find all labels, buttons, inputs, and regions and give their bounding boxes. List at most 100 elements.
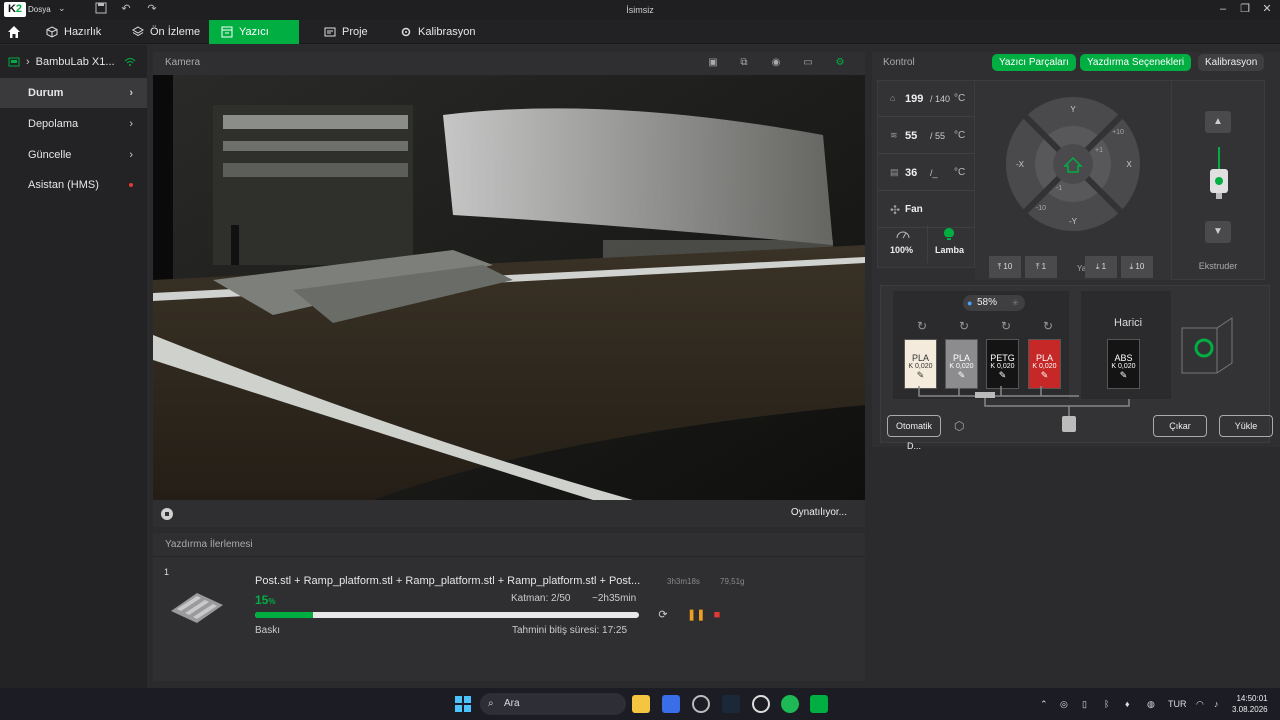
bed-up-1-button[interactable]: ⤒ 1 (1025, 256, 1057, 278)
home-icon[interactable] (6, 24, 22, 40)
tab-project[interactable]: Proje (312, 20, 380, 44)
ams-slot-4[interactable]: PLA K 0,020 ✎ (1028, 339, 1061, 389)
tab-prepare[interactable]: Hazırlık (34, 20, 113, 44)
tray-chevron-icon[interactable]: ⌃ (1040, 699, 1048, 710)
camera-panel: Kamera ▣ ⧉ ◉ ▭ ⚙ Oynatılıyor... (153, 52, 865, 527)
bed-temp[interactable]: ≋ 55 / 55 °C (878, 118, 976, 154)
sidebar-item-label: Güncelle (28, 149, 72, 161)
bed-down-10-button[interactable]: ⤓ 10 (1121, 256, 1153, 278)
sidebar-item-update[interactable]: Güncelle › (0, 140, 147, 170)
file-explorer-icon[interactable] (632, 695, 650, 713)
unload-button[interactable]: Çıkar (1153, 415, 1207, 437)
nozzle-temp-value: 199 (905, 93, 924, 105)
stop-record-button[interactable] (161, 508, 173, 520)
usb-icon[interactable]: ▯ (1082, 699, 1087, 710)
microphone-icon[interactable]: ♦ (1125, 699, 1130, 709)
dpad-minus-1: -1 (1056, 185, 1062, 192)
calibration-button[interactable]: Kalibrasyon (1198, 54, 1265, 71)
dpad-neg-y: -Y (1069, 217, 1078, 226)
discord-icon[interactable] (752, 695, 770, 713)
sd-card-icon[interactable]: ▣ (706, 57, 720, 69)
camera-settings-icon[interactable]: ⚙ (833, 57, 847, 69)
chamber-temp-value: 36 (905, 167, 918, 179)
pause-button[interactable]: ❚❚ (687, 608, 705, 622)
windows-start-icon[interactable] (455, 696, 471, 712)
store-icon[interactable] (662, 695, 680, 713)
steam-icon[interactable] (722, 695, 740, 713)
refresh-icon[interactable]: ⟳ (656, 608, 670, 622)
humidity-drop-icon: ● (967, 298, 973, 308)
ams-slot-1[interactable]: PLA K 0,020 ✎ (904, 339, 937, 389)
remaining-time: ~2h35min (592, 593, 637, 604)
estimated-finish: Tahmini bitiş süresi: 17:25 (512, 625, 628, 636)
ams-unit: ● 58% ✳ ↻ ↻ ↻ ↻ PLA K 0,020 ✎ PLA K 0,020 ✎ … (893, 291, 1069, 399)
sidebar-item-hms[interactable]: Asistan (HMS) (0, 170, 147, 200)
nozzle-temp[interactable]: ⌂ 199 / 140 °C (878, 81, 976, 117)
ams-slot-3[interactable]: PETG K 0,020 ✎ (986, 339, 1019, 389)
humidity-indicator[interactable]: ● 58% ✳ (963, 295, 1025, 311)
tab-printer[interactable]: Yazıcı (209, 20, 299, 44)
load-button[interactable]: Yükle (1219, 415, 1273, 437)
temp-unit: °C (954, 130, 966, 141)
tab-calibration[interactable]: Kalibrasyon (388, 20, 487, 44)
device-selector[interactable]: › BambuLab X1... (8, 53, 140, 71)
print-stage: Baskı (255, 625, 281, 636)
slot-refresh-icon[interactable]: ↻ (997, 319, 1015, 337)
tab-preview[interactable]: Ön İzleme (120, 20, 212, 44)
print-progress-panel: Yazdırma İlerlemesi 1 Post.stl + Ramp_pl… (153, 533, 865, 681)
axis-control: Y -Y X -X +10 +1 -1 -10 ⤒ 10 ⤒ 1 Yatak ⤓… (975, 80, 1171, 280)
github-icon[interactable] (692, 695, 710, 713)
sidebar-item-storage[interactable]: Depolama › (0, 109, 147, 139)
language-indicator[interactable]: TUR (1168, 699, 1187, 709)
slot-refresh-icon[interactable]: ↻ (1039, 319, 1057, 337)
dpad-minus-10: -10 (1036, 205, 1046, 212)
wifi-tray-icon[interactable]: ◠ (1196, 699, 1204, 710)
speed-gauge-icon[interactable] (896, 229, 910, 239)
dpad-x: X (1126, 160, 1132, 169)
extrude-up-button[interactable]: ▲ (1205, 111, 1231, 133)
video-record-icon[interactable]: ▭ (801, 57, 815, 69)
chamber-temp-target: /_ (930, 168, 938, 178)
bluetooth-icon[interactable]: ᛒ (1104, 699, 1109, 709)
spotify-icon[interactable] (781, 695, 799, 713)
tab-label: Kalibrasyon (418, 26, 476, 38)
control-panel: Kontrol Yazıcı Parçaları Yazdırma Seçene… (872, 52, 1280, 451)
bambu-studio-icon[interactable] (810, 695, 828, 713)
webcam-icon[interactable]: ◉ (769, 57, 783, 69)
print-file-name: Post.stl + Ramp_platform.stl + Ramp_plat… (255, 575, 641, 587)
plate-thumbnail (171, 593, 223, 623)
taskbar-search[interactable]: ⌕ Ara (480, 693, 626, 715)
volume-icon[interactable]: ♪ (1214, 699, 1219, 709)
chamber-temp[interactable]: ▤ 36 /_ °C (878, 155, 976, 191)
device-sidebar: › BambuLab X1... Durum › Depolama › Günc… (0, 45, 147, 688)
os-taskbar: ⌕ Ara ⌃ ◎ ▯ ᛒ ♦ ◍ TUR ◠ ♪ 14:50:01 3.08.… (0, 688, 1280, 720)
network-icon[interactable]: ◍ (1147, 699, 1155, 710)
xy-jog-pad[interactable]: Y -Y X -X +10 +1 -1 -10 (1005, 96, 1141, 232)
lamp-icon[interactable] (943, 227, 955, 241)
printer-3d-icon (1181, 317, 1233, 374)
bed-down-1-button[interactable]: ⤓ 1 (1085, 256, 1117, 278)
extrude-down-button[interactable]: ▼ (1205, 221, 1231, 243)
minimize-icon[interactable]: – (1216, 2, 1230, 16)
auto-refill-button[interactable]: Otomatik D... (887, 415, 941, 451)
ams-settings-icon[interactable]: ⬡ (954, 419, 970, 435)
temp-unit: °C (954, 93, 966, 104)
print-options-button[interactable]: Yazdırma Seçenekleri (1080, 54, 1192, 71)
stop-button[interactable]: ■ (710, 608, 724, 622)
extruder-icon (1210, 147, 1228, 199)
timelapse-icon[interactable]: ⧉ (737, 57, 751, 69)
printer-parts-button[interactable]: Yazıcı Parçaları (992, 54, 1076, 71)
sidebar-item-status[interactable]: Durum › (0, 78, 147, 108)
fan-control[interactable]: ✣ Fan (878, 192, 976, 228)
maximize-icon[interactable]: ❐ (1238, 2, 1252, 16)
slot-refresh-icon[interactable]: ↻ (913, 319, 931, 337)
ams-slot-2[interactable]: PLA K 0,020 ✎ (945, 339, 978, 389)
tab-label: Yazıcı (239, 26, 269, 38)
slot-refresh-icon[interactable]: ↻ (955, 319, 973, 337)
bed-up-10-button[interactable]: ⤒ 10 (989, 256, 1021, 278)
close-icon[interactable]: ✕ (1260, 2, 1274, 16)
external-slot[interactable]: ABS K 0,020 ✎ (1107, 339, 1140, 389)
app-window: K2 Dosya ⌄ ↶ ↷ İsimsiz – ❐ ✕ Hazırlık Ön… (0, 0, 1280, 720)
taskbar-clock[interactable]: 14:50:01 3.08.2026 (1232, 693, 1268, 715)
tray-app-icon[interactable]: ◎ (1060, 699, 1068, 710)
